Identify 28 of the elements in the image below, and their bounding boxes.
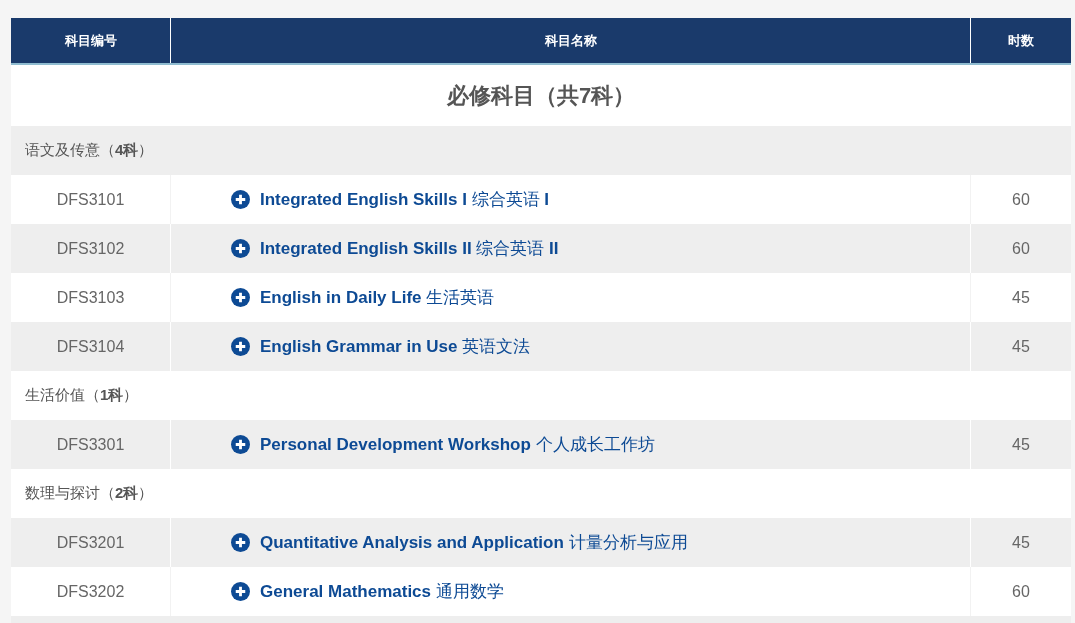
column-header: 科目名称	[170, 18, 970, 63]
course-link[interactable]: Quantitative Analysis and Application 计量分析与应用	[231, 531, 688, 554]
plus-circle-icon	[231, 288, 250, 307]
category-label: 数理与探讨（2科）	[25, 484, 154, 503]
plus-circle-icon	[231, 190, 250, 209]
plus-circle-icon	[231, 239, 250, 258]
course-link[interactable]: English Grammar in Use 英语文法	[231, 335, 531, 358]
course-link[interactable]: Integrated English Skills II 综合英语 II	[231, 237, 559, 260]
course-code: DFS3101	[55, 189, 126, 210]
section-title: 必修科目（共7科）	[446, 81, 636, 110]
plus-circle-icon	[231, 533, 250, 552]
category-label: 生活价值（1科）	[25, 386, 139, 405]
column-header: 科目编号	[63, 31, 118, 50]
course-code: DFS3301	[55, 434, 126, 455]
category-label: 语文及传意（4科）	[25, 141, 154, 160]
plus-circle-icon	[231, 435, 250, 454]
course-code: DFS3104	[55, 336, 126, 357]
course-link[interactable]: Integrated English Skills I 综合英语 I	[231, 188, 550, 211]
course-link[interactable]: Personal Development Workshop 个人成长工作坊	[231, 433, 655, 456]
column-header: 时数	[970, 18, 1071, 63]
course-code: DFS3201	[55, 532, 126, 553]
course-code: DFS3102	[55, 238, 126, 259]
course-code: DFS3202	[55, 581, 126, 602]
plus-circle-icon	[231, 337, 250, 356]
course-link[interactable]: English in Daily Life 生活英语	[231, 286, 495, 309]
plus-circle-icon	[231, 582, 250, 601]
course-code: DFS3103	[55, 287, 126, 308]
course-link[interactable]: General Mathematics 通用数学	[231, 580, 504, 603]
